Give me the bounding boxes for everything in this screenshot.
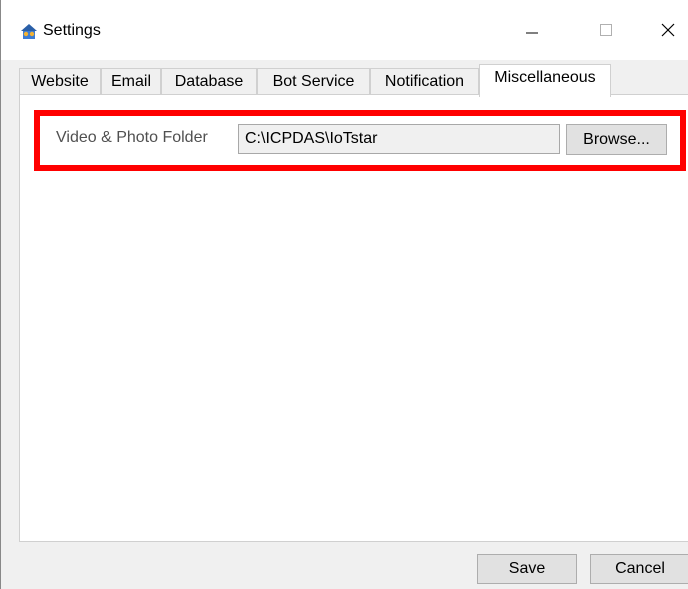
minimize-button[interactable] — [509, 12, 555, 48]
close-icon — [661, 23, 675, 37]
tab-miscellaneous[interactable]: Miscellaneous — [479, 64, 611, 97]
window-title: Settings — [43, 22, 101, 39]
tab-website[interactable]: Website — [19, 68, 101, 96]
save-button[interactable]: Save — [477, 554, 577, 584]
settings-app-icon — [19, 22, 39, 40]
maximize-icon — [600, 24, 612, 36]
tab-email[interactable]: Email — [101, 68, 161, 96]
cancel-button[interactable]: Cancel — [590, 554, 688, 584]
video-photo-folder-label: Video & Photo Folder — [56, 129, 208, 146]
video-photo-folder-input[interactable] — [238, 124, 560, 154]
settings-window: Settings Website Email Database Bot Serv… — [0, 0, 688, 589]
title-bar[interactable]: Settings — [1, 0, 688, 60]
minimize-icon — [526, 32, 538, 34]
close-button[interactable] — [645, 12, 688, 48]
maximize-button[interactable] — [583, 12, 629, 48]
tab-bot-service[interactable]: Bot Service — [257, 68, 370, 96]
tab-notification[interactable]: Notification — [370, 68, 479, 96]
tab-database[interactable]: Database — [161, 68, 257, 96]
browse-button[interactable]: Browse... — [566, 124, 667, 155]
